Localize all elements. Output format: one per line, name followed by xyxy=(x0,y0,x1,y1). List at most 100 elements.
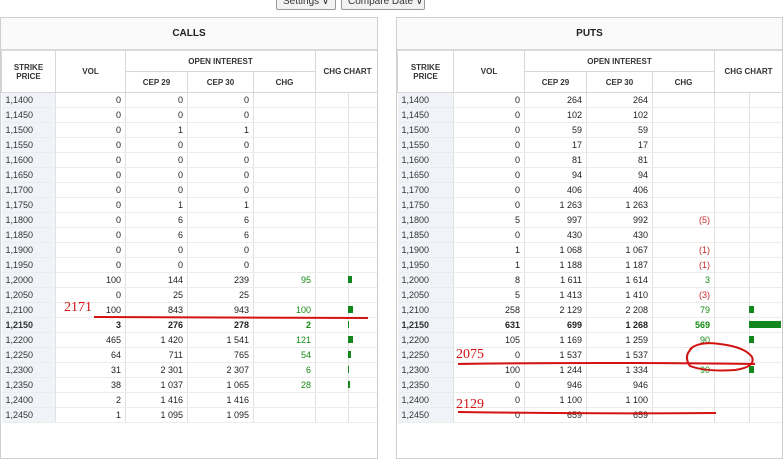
settings-dropdown[interactable]: Settings ∨ xyxy=(276,0,336,10)
puts-strike-cell: 1,2050 xyxy=(397,287,454,303)
calls-cep30-cell: 0 xyxy=(187,107,254,123)
puts-vol-cell: 100 xyxy=(453,362,525,378)
calls-vol-cell: 1 xyxy=(55,407,126,423)
calls-chg-bar xyxy=(347,366,350,373)
calls-chg-cell xyxy=(253,92,317,108)
calls-vol-cell: 31 xyxy=(55,362,126,378)
calls-chg-header[interactable]: CHG xyxy=(252,71,317,93)
puts-chg-cell xyxy=(652,392,716,408)
calls-row[interactable]: 1,2150 3 276 278 2 xyxy=(1,317,377,333)
calls-row[interactable]: 1,2350 38 1 037 1 065 28 xyxy=(1,377,377,393)
puts-chg-cell: (1) xyxy=(652,257,716,273)
calls-chg-bar xyxy=(347,306,353,313)
calls-row[interactable]: 1,1800 0 6 6 xyxy=(1,212,377,228)
calls-strike-cell: 1,2300 xyxy=(1,362,56,378)
puts-row[interactable]: 1,1950 1 1 188 1 187 (1) xyxy=(397,257,782,273)
calls-open-interest-header: OPEN INTEREST xyxy=(124,50,317,72)
puts-row[interactable]: 1,1750 0 1 263 1 263 xyxy=(397,197,782,213)
puts-chg-cell: (1) xyxy=(652,242,716,258)
puts-title: PUTS xyxy=(397,18,782,50)
puts-chart-axis xyxy=(748,258,750,272)
calls-title: CALLS xyxy=(1,18,377,50)
puts-row[interactable]: 1,1800 5 997 992 (5) xyxy=(397,212,782,228)
calls-row[interactable]: 1,2100 100 843 943 100 xyxy=(1,302,377,318)
puts-row[interactable]: 1,1500 0 59 59 xyxy=(397,122,782,138)
puts-row[interactable]: 1,1400 0 264 264 xyxy=(397,92,782,108)
calls-row[interactable]: 1,2300 31 2 301 2 307 6 xyxy=(1,362,377,378)
calls-chart-axis xyxy=(347,198,349,212)
calls-chart-cell xyxy=(315,107,377,123)
puts-cep30-cell: 1 334 xyxy=(586,362,653,378)
calls-vol-cell: 0 xyxy=(55,167,126,183)
puts-row[interactable]: 1,2050 5 1 413 1 410 (3) xyxy=(397,287,782,303)
puts-row[interactable]: 1,1650 0 94 94 xyxy=(397,167,782,183)
calls-cep29-header[interactable]: CEP 29 xyxy=(125,71,188,93)
calls-row[interactable]: 1,1900 0 0 0 xyxy=(1,242,377,258)
calls-row[interactable]: 1,1650 0 0 0 xyxy=(1,167,377,183)
calls-row[interactable]: 1,1550 0 0 0 xyxy=(1,137,377,153)
puts-row[interactable]: 1,2200 105 1 169 1 259 90 xyxy=(397,332,782,348)
puts-row[interactable]: 1,2350 0 946 946 xyxy=(397,377,782,393)
calls-chart-axis xyxy=(347,108,349,122)
puts-row[interactable]: 1,1700 0 406 406 xyxy=(397,182,782,198)
calls-chg-cell: 28 xyxy=(253,377,317,393)
calls-row[interactable]: 1,1500 0 1 1 xyxy=(1,122,377,138)
calls-chart-axis xyxy=(347,93,349,107)
calls-chg-cell xyxy=(253,392,317,408)
puts-strike-cell: 1,1750 xyxy=(397,197,454,213)
calls-vol-cell: 0 xyxy=(55,242,126,258)
puts-strike-header[interactable]: STRIKE PRICE xyxy=(397,50,454,93)
calls-row[interactable]: 1,2050 0 25 25 xyxy=(1,287,377,303)
calls-row[interactable]: 1,2450 1 1 095 1 095 xyxy=(1,407,377,423)
calls-chart-axis xyxy=(347,153,349,167)
calls-row[interactable]: 1,1700 0 0 0 xyxy=(1,182,377,198)
calls-row[interactable]: 1,1450 0 0 0 xyxy=(1,107,377,123)
puts-cep29-cell: 1 413 xyxy=(524,287,587,303)
puts-chg-bar xyxy=(748,336,755,343)
calls-chart-cell xyxy=(315,407,377,423)
puts-chg-header[interactable]: CHG xyxy=(651,71,716,93)
calls-cep30-header[interactable]: CEP 30 xyxy=(187,71,254,93)
calls-cep30-cell: 0 xyxy=(187,182,254,198)
calls-row[interactable]: 1,1750 0 1 1 xyxy=(1,197,377,213)
puts-cep30-cell: 1 614 xyxy=(586,272,653,288)
calls-vol-cell: 38 xyxy=(55,377,126,393)
calls-row[interactable]: 1,2250 64 711 765 54 xyxy=(1,347,377,363)
calls-chg-cell xyxy=(253,107,317,123)
puts-row[interactable]: 1,2100 258 2 129 2 208 79 xyxy=(397,302,782,318)
calls-cep29-cell: 0 xyxy=(125,257,188,273)
puts-row[interactable]: 1,1600 0 81 81 xyxy=(397,152,782,168)
puts-row[interactable]: 1,2300 100 1 244 1 334 90 xyxy=(397,362,782,378)
calls-row[interactable]: 1,2400 2 1 416 1 416 xyxy=(1,392,377,408)
puts-vol-cell: 8 xyxy=(453,272,525,288)
puts-chart-axis xyxy=(748,93,750,107)
calls-chg-cell xyxy=(253,287,317,303)
puts-row[interactable]: 1,2150 631 699 1 268 569 xyxy=(397,317,782,333)
puts-row[interactable]: 1,2000 8 1 611 1 614 3 xyxy=(397,272,782,288)
calls-row[interactable]: 1,1600 0 0 0 xyxy=(1,152,377,168)
calls-row[interactable]: 1,1950 0 0 0 xyxy=(1,257,377,273)
puts-cep30-header[interactable]: CEP 30 xyxy=(586,71,653,93)
puts-cep29-header[interactable]: CEP 29 xyxy=(524,71,587,93)
calls-row[interactable]: 1,2000 100 144 239 95 xyxy=(1,272,377,288)
puts-row[interactable]: 1,1850 0 430 430 xyxy=(397,227,782,243)
puts-strike-cell: 1,1600 xyxy=(397,152,454,168)
puts-strike-cell: 1,2000 xyxy=(397,272,454,288)
calls-row[interactable]: 1,1400 0 0 0 xyxy=(1,92,377,108)
puts-row[interactable]: 1,1900 1 1 068 1 067 (1) xyxy=(397,242,782,258)
puts-vol-header[interactable]: VOL xyxy=(453,50,525,93)
puts-chart-axis xyxy=(748,213,750,227)
puts-chg-cell xyxy=(652,347,716,363)
compare-date-dropdown[interactable]: Compare Date ∨ xyxy=(341,0,425,10)
calls-chart-axis xyxy=(347,138,349,152)
calls-row[interactable]: 1,1850 0 6 6 xyxy=(1,227,377,243)
calls-strike-header[interactable]: STRIKE PRICE xyxy=(1,50,56,93)
calls-row[interactable]: 1,2200 465 1 420 1 541 121 xyxy=(1,332,377,348)
puts-chart-axis xyxy=(748,153,750,167)
puts-row[interactable]: 1,1550 0 17 17 xyxy=(397,137,782,153)
puts-row[interactable]: 1,1450 0 102 102 xyxy=(397,107,782,123)
puts-cep30-cell: 1 259 xyxy=(586,332,653,348)
puts-chart-cell xyxy=(714,347,782,363)
calls-vol-header[interactable]: VOL xyxy=(55,50,126,93)
puts-vol-cell: 0 xyxy=(453,107,525,123)
